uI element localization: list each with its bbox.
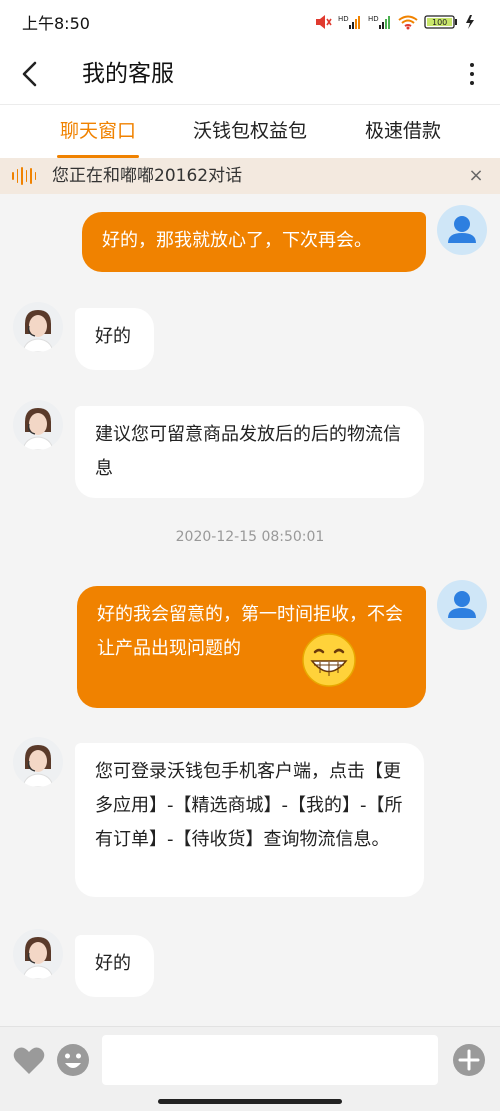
mute-icon [316,15,332,29]
more-vertical-icon-dot [470,81,474,85]
person-icon [448,591,476,618]
back-button[interactable] [14,58,46,90]
agent-face-icon [22,408,54,450]
status-bar: 上午8:50 HD HD 100 [0,0,500,44]
agent-avatar[interactable] [13,400,63,450]
signal-icon-1: HD [338,15,360,29]
user-avatar[interactable] [437,580,487,630]
agent-notice-banner: 您正在和嘟嘟20162对话 × [0,158,500,194]
agent-face-icon [22,310,54,352]
agent-message-bubble[interactable]: 建议您可留意商品发放后的后的物流信息 [75,406,424,498]
agent-avatar[interactable] [13,737,63,787]
agent-message-bubble[interactable]: 好的 [75,935,154,997]
message-text: 您可登录沃钱包手机客户端，点击【更多应用】-【精选商城】-【我的】-【所有订单】… [95,761,403,850]
title-bar: 我的客服 [0,44,500,104]
grinning-face-icon [302,633,356,687]
close-icon[interactable]: × [466,166,486,186]
battery-icon: 100 [424,15,457,29]
signal-icon-2: HD [368,15,390,29]
notice-text: 您正在和嘟嘟20162对话 [52,166,243,186]
agent-face-icon [22,745,54,787]
chevron-left-icon [22,61,37,87]
message-timestamp: 2020-12-15 08:50:01 [175,529,325,545]
user-avatar[interactable] [437,205,487,255]
charging-icon [466,15,474,29]
wifi-icon [398,15,418,30]
user-message-bubble[interactable]: 好的我会留意的，第一时间拒收，不会让产品出现问题的 [77,586,426,708]
chat-area[interactable]: 好的，那我就放心了，下次再会。 好的 建议您可留意商品发放后的后的物流信息 20… [0,194,500,1026]
message-text: 好的我会留意的，第一时间拒收，不会让产品出现问题的 [97,604,403,659]
plus-icon[interactable] [452,1043,486,1077]
status-icons: HD HD 100 [314,14,478,30]
more-vertical-icon-dot [470,72,474,76]
message-text: 好的，那我就放心了，下次再会。 [102,230,372,251]
agent-message-bubble[interactable]: 您可登录沃钱包手机客户端，点击【更多应用】-【精选商城】-【我的】-【所有订单】… [75,743,424,897]
more-vertical-icon-dot [470,63,474,67]
status-time: 上午8:50 [22,14,90,33]
agent-face-icon [22,937,54,979]
heart-icon[interactable] [12,1043,46,1077]
message-text: 好的 [95,326,131,347]
hd-label: HD [338,15,349,23]
home-indicator[interactable] [158,1099,342,1104]
tab-chat-window[interactable]: 聊天窗口 [50,105,146,159]
user-message-bubble[interactable]: 好的，那我就放心了，下次再会。 [82,212,426,272]
tab-bar: 聊天窗口 沃钱包权益包 极速借款 [0,104,500,158]
agent-avatar[interactable] [13,929,63,979]
more-options-button[interactable] [460,58,484,90]
person-icon [448,216,476,243]
agent-message-bubble[interactable]: 好的 [75,308,154,370]
message-text: 建议您可留意商品发放后的后的物流信息 [95,424,401,479]
battery-level: 100 [432,18,447,27]
input-bar [0,1026,500,1111]
message-text: 好的 [95,953,131,974]
hd-label-2: HD [368,15,379,23]
tab-fast-loan[interactable]: 极速借款 [354,105,452,159]
agent-avatar[interactable] [13,302,63,352]
sound-wave-icon [12,167,36,185]
emoji-icon[interactable] [56,1043,90,1077]
page-title: 我的客服 [82,61,174,87]
tab-wallet-benefits[interactable]: 沃钱包权益包 [180,105,320,159]
message-input[interactable] [102,1035,438,1085]
